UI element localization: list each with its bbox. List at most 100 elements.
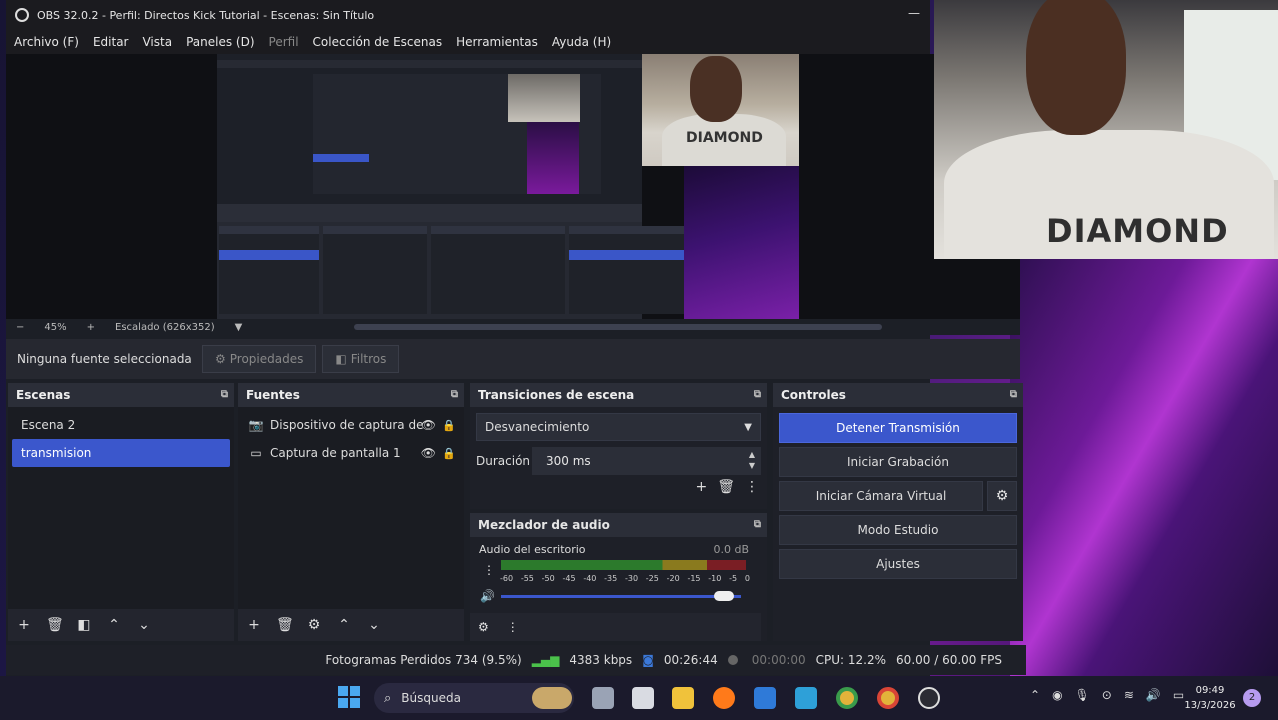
preview-scrollbar[interactable] [354, 324, 882, 330]
menu-coleccion[interactable]: Colección de Escenas [313, 35, 443, 49]
move-down-icon[interactable]: ⌄ [136, 617, 152, 633]
notification-badge[interactable]: 2 [1243, 689, 1261, 707]
meter-ticks: -60 -55 -50 -45 -40 -35 -30 -25 -20 -15 -10 -5 0 [500, 574, 750, 583]
sources-title: Fuentes [246, 388, 300, 402]
mixer-settings-icon[interactable]: ⚙ [478, 620, 489, 634]
tray-app-icon[interactable]: ◉ [1052, 688, 1062, 702]
undock-icon[interactable]: ⧉ [451, 389, 458, 400]
filters-label: Filtros [350, 352, 387, 366]
scaling-dropdown-icon[interactable]: ▼ [235, 322, 243, 333]
bitrate: 4383 kbps [569, 653, 633, 667]
lock-icon[interactable]: 🔒 [442, 447, 456, 460]
more-icon[interactable]: ⋮ [507, 620, 519, 634]
transition-select[interactable]: Desvanecimiento ▼ [476, 413, 761, 441]
volume-slider-handle[interactable] [713, 591, 734, 601]
spinner-arrows-icon[interactable]: ▲ ▼ [749, 449, 755, 471]
app-icon[interactable] [754, 687, 776, 709]
chrome-icon[interactable] [877, 687, 899, 709]
meter-tick-label: -25 [645, 574, 659, 583]
menu-archivo[interactable]: Archivo (F) [14, 35, 79, 49]
meter-tick-label: -55 [520, 574, 534, 583]
rec-time: 00:00:00 [751, 653, 806, 667]
virtual-camera-settings-button[interactable]: ⚙ [987, 481, 1017, 511]
source-item[interactable]: ▭ Captura de pantalla 1 👁 🔒 [238, 439, 464, 467]
shirt-text-small: DIAMOND [686, 130, 763, 146]
meter-tick-label: -50 [541, 574, 555, 583]
filter-icon[interactable]: ◧ [76, 617, 92, 633]
eye-icon[interactable]: 👁 [421, 418, 436, 432]
source-item[interactable]: 📷 Dispositivo de captura de 👁 🔒 [238, 411, 464, 439]
volume-icon[interactable]: 🔊 [1146, 688, 1161, 702]
signal-bars-icon: ▂▄▆ [531, 653, 560, 667]
file-explorer-icon[interactable] [672, 687, 694, 709]
gear-icon: ⚙ [215, 352, 226, 366]
properties-button[interactable]: ⚙ Propiedades [202, 345, 317, 373]
more-icon[interactable]: ⋮ [745, 479, 759, 495]
scene-item-selected[interactable]: transmision [12, 439, 230, 467]
menu-perfil[interactable]: Perfil [269, 35, 299, 49]
firefox-icon[interactable] [713, 687, 735, 709]
more-icon[interactable]: ⋮ [483, 563, 495, 577]
microphone-icon[interactable]: 🎙 [1075, 688, 1090, 702]
scenes-dock: Escenas ⧉ Escena 2 transmision + 🗑 ◧ ⌃ ⌄ [8, 383, 234, 641]
menu-ayuda[interactable]: Ayuda (H) [552, 35, 611, 49]
scene-item[interactable]: Escena 2 [12, 411, 230, 439]
sources-dock: Fuentes ⧉ 📷 Dispositivo de captura de 👁 🔒… [238, 383, 464, 641]
menu-vista[interactable]: Vista [142, 35, 172, 49]
shirt-text-large: DIAMOND [1046, 212, 1229, 250]
widget-icon[interactable] [532, 687, 572, 709]
volume-meter [501, 560, 746, 570]
speaker-icon[interactable]: 🔊 [480, 589, 495, 603]
add-icon[interactable]: + [16, 617, 32, 633]
preview-canvas[interactable]: DIAMOND − 45% + Escalado (626x352) ▼ [6, 54, 1020, 335]
meter-tick-label: 0 [744, 574, 750, 583]
stop-stream-button[interactable]: Detener Transmisión [779, 413, 1017, 443]
camera-preview-small: DIAMOND [642, 54, 799, 166]
gear-icon: ⚙ [995, 488, 1009, 504]
wifi-icon[interactable]: ≋ [1124, 688, 1134, 702]
menu-editar[interactable]: Editar [93, 35, 129, 49]
system-tray: ⌃ ◉ 🎙 ⊙ ≋ 🔊 ▭ [1030, 688, 1196, 702]
lock-icon[interactable]: 🔒 [442, 419, 456, 432]
add-icon[interactable]: + [695, 479, 707, 495]
photos-icon[interactable] [795, 687, 817, 709]
scaling-label[interactable]: Escalado (626x352) [115, 322, 215, 333]
snipping-tool-icon[interactable] [632, 687, 654, 709]
trash-icon[interactable]: 🗑 [276, 617, 294, 633]
volume-slider[interactable] [501, 595, 741, 598]
menu-herramientas[interactable]: Herramientas [456, 35, 538, 49]
undock-icon[interactable]: ⧉ [1010, 389, 1017, 400]
menu-paneles[interactable]: Paneles (D) [186, 35, 254, 49]
windows-start-icon[interactable] [338, 686, 360, 708]
meter-tick-label: -5 [729, 574, 738, 583]
zoom-out-button[interactable]: − [16, 322, 24, 333]
minimize-button[interactable]: — [906, 6, 922, 22]
location-icon[interactable]: ⊙ [1102, 688, 1112, 702]
studio-mode-button[interactable]: Modo Estudio [779, 515, 1017, 545]
duration-input[interactable]: 300 ms ▲ ▼ [532, 447, 761, 475]
clock[interactable]: 09:49 13/3/2026 [1183, 683, 1237, 713]
obs-logo-icon [15, 8, 29, 22]
add-icon[interactable]: + [246, 617, 262, 633]
eye-icon[interactable]: 👁 [421, 446, 436, 460]
settings-button[interactable]: Ajustes [779, 549, 1017, 579]
move-down-icon[interactable]: ⌄ [366, 617, 382, 633]
move-up-icon[interactable]: ⌃ [336, 617, 352, 633]
gear-icon[interactable]: ⚙ [306, 617, 322, 633]
start-virtual-camera-button[interactable]: Iniciar Cámara Virtual [779, 481, 983, 511]
chevron-up-icon[interactable]: ⌃ [1030, 688, 1040, 702]
undock-icon[interactable]: ⧉ [221, 389, 228, 400]
chrome-icon[interactable] [836, 687, 858, 709]
trash-icon[interactable]: 🗑 [717, 479, 735, 495]
start-recording-button[interactable]: Iniciar Grabación [779, 447, 1017, 477]
move-up-icon[interactable]: ⌃ [106, 617, 122, 633]
filters-button[interactable]: ◧ Filtros [322, 345, 400, 373]
trash-icon[interactable]: 🗑 [46, 617, 64, 633]
zoom-in-button[interactable]: + [87, 322, 95, 333]
undock-icon[interactable]: ⧉ [754, 519, 761, 530]
task-view-icon[interactable] [592, 687, 614, 709]
undock-icon[interactable]: ⧉ [754, 389, 761, 400]
obs-taskbar-icon[interactable] [918, 687, 940, 709]
camera-icon: 📷 [248, 418, 264, 432]
transitions-title: Transiciones de escena [478, 388, 635, 402]
